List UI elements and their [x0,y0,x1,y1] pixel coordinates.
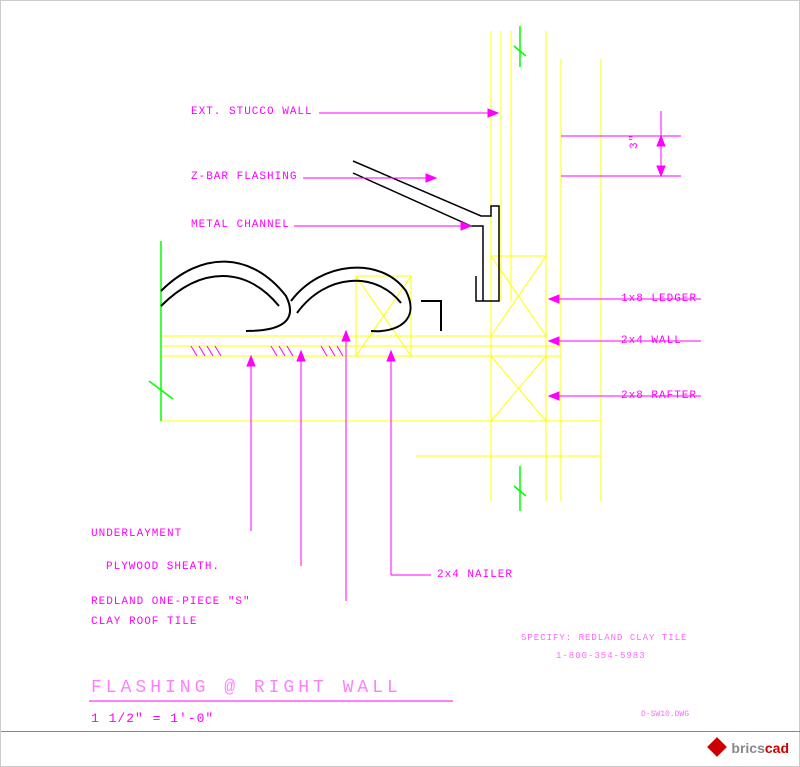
bricscad-text-1: brics [731,740,764,756]
phone-note: 1-800-354-5983 [556,651,646,661]
label-tile-1: REDLAND ONE-PIECE "S" [91,596,251,608]
specify-note: SPECIFY: REDLAND CLAY TILE [521,633,687,643]
label-underlayment: UNDERLAYMENT [91,528,182,540]
label-metal-channel: METAL CHANNEL [191,219,290,231]
cad-svg [1,1,800,767]
drawing-title: FLASHING @ RIGHT WALL [91,678,402,698]
bricscad-logo: bricscad [710,740,789,756]
label-z-bar: Z-BAR FLASHING [191,171,297,183]
label-wall-2x4: 2x4 WALL [621,335,682,347]
label-ledger: 1x8 LEDGER [621,293,697,305]
drawing-canvas: { "labels": { "ext_stucco": "EXT. STUCCO… [0,0,800,767]
label-plywood: PLYWOOD SHEATH. [106,561,220,573]
drawing-scale: 1 1/2" = 1'-0" [91,711,214,726]
dwg-number: D-SW10.DWG [641,710,689,719]
label-nailer: 2x4 NAILER [437,569,513,581]
footer-rule [1,731,800,732]
label-tile-2: CLAY ROOF TILE [91,616,197,628]
bricscad-text-2: cad [765,740,789,756]
label-rafter: 2x8 RAFTER [621,390,697,402]
bricscad-icon [707,737,727,757]
label-ext-stucco: EXT. STUCCO WALL [191,106,313,118]
label-dim-3: 3" [629,134,641,149]
